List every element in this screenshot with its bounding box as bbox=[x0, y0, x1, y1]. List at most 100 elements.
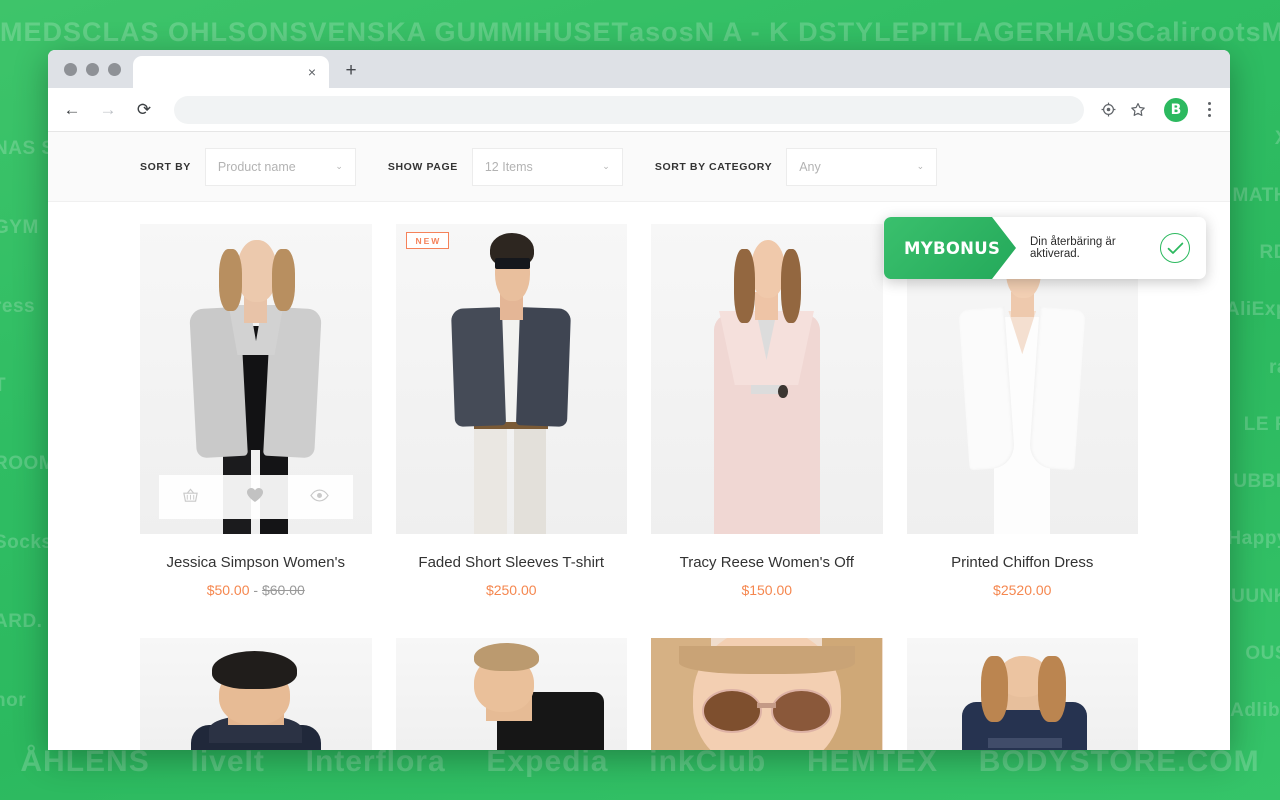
browser-window: × + ← → ⟳ B SORT BY Product name ⌄ SHOW … bbox=[48, 50, 1230, 750]
product-card[interactable] bbox=[906, 638, 1138, 750]
web-page-content: SORT BY Product name ⌄ SHOW PAGE 12 Item… bbox=[48, 132, 1230, 750]
background-brand-logo: Adlibr bbox=[1230, 700, 1280, 722]
product-title[interactable]: Tracy Reese Women's Off bbox=[651, 554, 883, 571]
window-maximize-button[interactable] bbox=[108, 62, 121, 76]
product-card[interactable]: Jessica Simpson Women's $50.00 - $60.00 bbox=[140, 224, 372, 598]
show-page-select[interactable]: 12 Items ⌄ bbox=[471, 147, 623, 186]
product-image[interactable] bbox=[906, 638, 1138, 750]
product-image[interactable]: NEW bbox=[395, 224, 627, 534]
product-image[interactable] bbox=[651, 638, 883, 750]
background-brand-logo: UUNK bbox=[1231, 585, 1280, 607]
background-brand-logo: MISTER SPEX bbox=[1261, 16, 1280, 47]
chevron-down-icon: ⌄ bbox=[602, 161, 610, 171]
mybonus-notification-toast[interactable]: MYBONUS Din återbäring är aktiverad. bbox=[884, 217, 1206, 279]
back-arrow-icon[interactable]: ← bbox=[56, 94, 88, 126]
chevron-down-icon: ⌄ bbox=[335, 161, 343, 171]
background-brand-logo: NAS SSE bbox=[0, 138, 54, 160]
background-brand-logo: ROOM bbox=[0, 453, 54, 475]
background-brand-logo: ÅHLENS bbox=[20, 745, 150, 778]
product-card[interactable]: Tracy Reese Women's Off $150.00 bbox=[651, 224, 883, 598]
quick-view-eye-icon[interactable] bbox=[310, 489, 329, 506]
background-brand-logo: liveIt bbox=[190, 745, 265, 778]
target-icon[interactable] bbox=[1094, 96, 1122, 124]
background-brand-logo: ARD. bbox=[0, 610, 43, 632]
background-brand-logo: Happy bbox=[1228, 528, 1280, 550]
background-brand-logo: LAGERHAUS bbox=[955, 16, 1136, 47]
background-brand-logos-right: X LI MATH RD AliExp ra LE P UBBL Happy UUNK OUS Ad… bbox=[1228, 110, 1280, 740]
window-traffic-lights[interactable] bbox=[56, 50, 133, 88]
browser-toolbar: ← → ⟳ B bbox=[48, 88, 1230, 132]
product-price-separator: - bbox=[253, 582, 259, 598]
background-brand-logo: LI MATH bbox=[1228, 184, 1280, 206]
background-brand-logo: Socks bbox=[0, 532, 53, 554]
background-brand-logo: RD bbox=[1259, 242, 1280, 264]
product-price: $2520.00 bbox=[907, 582, 1139, 598]
background-brand-logo: STYLEPIT bbox=[818, 16, 956, 47]
address-bar-input[interactable] bbox=[174, 95, 1084, 124]
product-card[interactable] bbox=[395, 638, 627, 750]
product-price-current: $150.00 bbox=[741, 582, 793, 598]
product-image[interactable] bbox=[140, 638, 372, 750]
background-brand-logo: SVENSKA GUMMIHUSET bbox=[289, 16, 630, 47]
window-close-button[interactable] bbox=[64, 62, 77, 76]
sort-by-category-value: Any bbox=[799, 159, 821, 174]
product-title[interactable]: Printed Chiffon Dress bbox=[907, 554, 1139, 571]
background-brand-logo: ra bbox=[1269, 356, 1280, 378]
background-brand-logo: CLAS OHLSON bbox=[82, 16, 290, 47]
sort-by-value: Product name bbox=[217, 159, 296, 174]
background-brand-logo: GYM bbox=[0, 217, 39, 239]
product-filter-bar: SORT BY Product name ⌄ SHOW PAGE 12 Item… bbox=[48, 132, 1230, 202]
background-brand-logo: inkClub bbox=[649, 745, 767, 778]
product-card[interactable]: NEW Faded Short Sleeves T-shirt $250.00 bbox=[395, 224, 628, 598]
background-brand-logo: Expedia bbox=[486, 745, 609, 778]
product-hover-actions[interactable] bbox=[159, 475, 353, 519]
background-brand-logo: nor bbox=[0, 689, 27, 711]
filter-show-page: SHOW PAGE 12 Items ⌄ bbox=[387, 147, 623, 186]
sort-by-category-select[interactable]: Any ⌄ bbox=[786, 147, 938, 186]
product-price-original: $60.00 bbox=[261, 582, 305, 598]
wishlist-heart-icon[interactable] bbox=[246, 487, 264, 507]
star-icon[interactable] bbox=[1124, 96, 1152, 124]
filter-sort-by-category: SORT BY CATEGORY Any ⌄ bbox=[654, 147, 938, 186]
filter-label-sort-by-category: SORT BY CATEGORY bbox=[654, 160, 773, 173]
tab-close-icon[interactable]: × bbox=[303, 63, 321, 81]
background-brand-logo: ress bbox=[0, 295, 36, 317]
filter-sort-by: SORT BY Product name ⌄ bbox=[140, 147, 356, 186]
mybonus-extension-icon[interactable]: B bbox=[1164, 97, 1188, 122]
product-price-current: $50.00 bbox=[206, 582, 250, 598]
toast-brand-tag: MYBONUS bbox=[884, 217, 1016, 279]
product-image[interactable] bbox=[395, 638, 627, 750]
product-card[interactable] bbox=[140, 638, 372, 750]
check-circle-icon bbox=[1160, 233, 1190, 263]
product-title[interactable]: Faded Short Sleeves T-shirt bbox=[396, 554, 628, 571]
product-image[interactable] bbox=[140, 224, 372, 534]
product-price: $150.00 bbox=[651, 582, 883, 598]
window-minimize-button[interactable] bbox=[86, 62, 99, 76]
product-price: $250.00 bbox=[396, 582, 628, 598]
background-brand-logo: asos bbox=[629, 16, 695, 47]
product-grid: Jessica Simpson Women's $50.00 - $60.00 … bbox=[48, 202, 1230, 750]
reload-icon[interactable]: ⟳ bbox=[128, 94, 160, 126]
browser-tab-active[interactable]: × bbox=[133, 56, 329, 88]
background-brand-logos-left: NAS SSE GYM ress T ROOM Socks ARD. nor bbox=[0, 110, 54, 740]
product-card[interactable]: Printed Chiffon Dress $2520.00 bbox=[906, 224, 1139, 598]
sort-by-select[interactable]: Product name ⌄ bbox=[204, 147, 356, 186]
kebab-menu-icon[interactable] bbox=[1198, 102, 1220, 117]
toast-brand-label: MYBONUS bbox=[904, 238, 1001, 258]
background-brand-logo: MEDS bbox=[0, 16, 83, 47]
status-badge-new: NEW bbox=[405, 232, 450, 249]
new-tab-button[interactable]: + bbox=[337, 57, 365, 85]
add-to-cart-icon[interactable] bbox=[182, 487, 199, 508]
filter-label-show-page: SHOW PAGE bbox=[387, 160, 458, 173]
background-brand-logo: Interflora bbox=[305, 745, 446, 778]
background-brand-logos-top: MEDS CLAS OHLSON SVENSKA GUMMIHUSET asos N A… bbox=[0, 14, 1280, 50]
forward-arrow-icon[interactable]: → bbox=[92, 94, 124, 126]
background-brand-logo: Caliroots bbox=[1135, 16, 1262, 47]
product-card[interactable] bbox=[651, 638, 883, 750]
background-brand-logo: AliExp bbox=[1228, 299, 1280, 321]
toast-message: Din återbäring är aktiverad. bbox=[1030, 236, 1116, 260]
product-title[interactable]: Jessica Simpson Women's bbox=[140, 554, 372, 571]
product-image[interactable] bbox=[651, 224, 883, 534]
background-brand-logo: LE P bbox=[1243, 413, 1280, 435]
product-price-current: $250.00 bbox=[485, 582, 537, 598]
